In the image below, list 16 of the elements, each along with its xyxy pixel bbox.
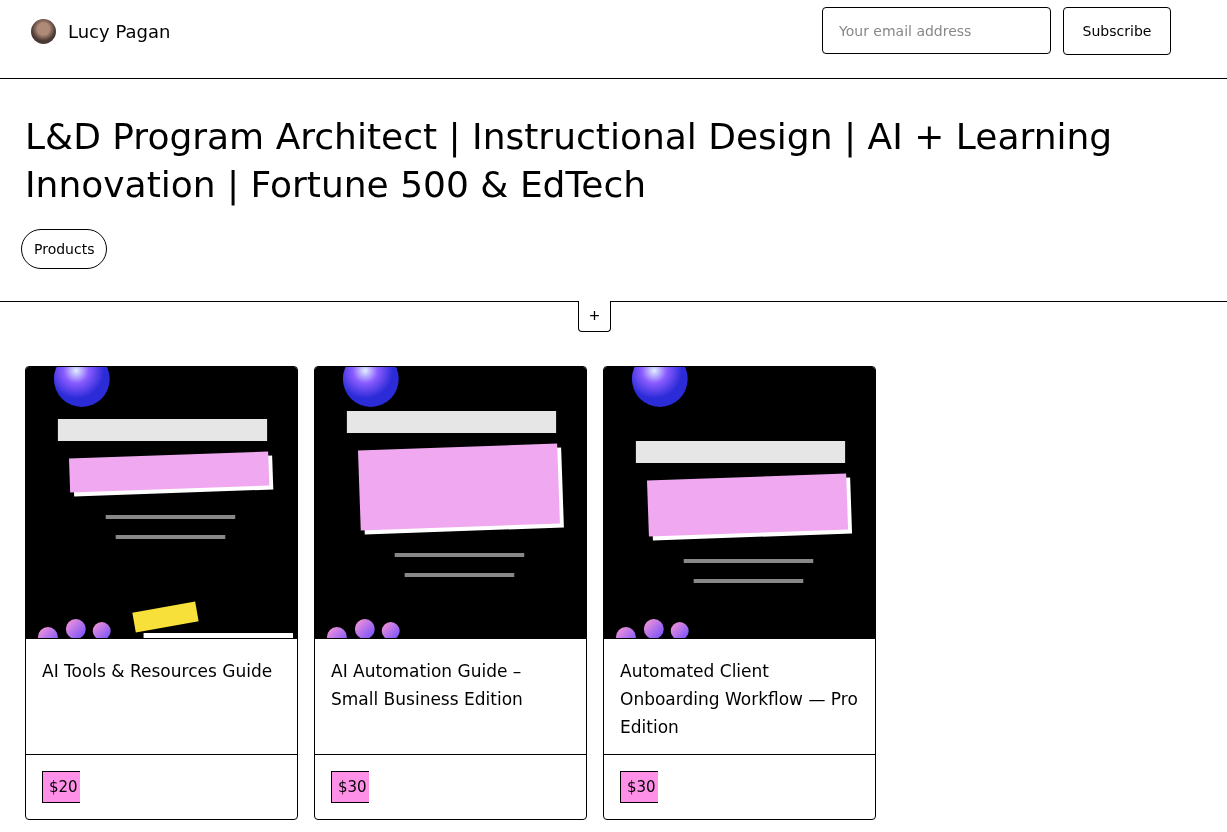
product-title[interactable]: AI Automation Guide – Small Business Edition [315,639,586,755]
product-card[interactable]: AI Tools & Resources Guide $20 [25,366,298,820]
page-title: L&D Program Architect | Instructional Design | AI + Learning Innovation | Fortune 500 & EdTech [25,115,1114,208]
avatar [31,18,56,44]
email-field[interactable]: Your email address [822,7,1051,54]
price-tag: $30 [331,771,369,803]
creator-name[interactable]: Lucy Pagan [68,20,171,42]
product-card[interactable]: Automated Client Onboarding Workflow — Pro Edition $30 [603,366,876,820]
product-title[interactable]: AI Tools & Resources Guide [26,639,297,755]
product-card[interactable]: AI Automation Guide – Small Business Edition $30 [314,366,587,820]
price-tag: $20 [42,771,80,803]
nav-tab[interactable]: Products [21,229,108,269]
subscribe-button[interactable]: Subscribe [1063,7,1171,55]
product-title[interactable]: Automated Client Onboarding Workflow — Pro Edition [604,639,875,755]
price-tag: $30 [620,771,658,803]
add-button[interactable]: + [578,301,611,332]
